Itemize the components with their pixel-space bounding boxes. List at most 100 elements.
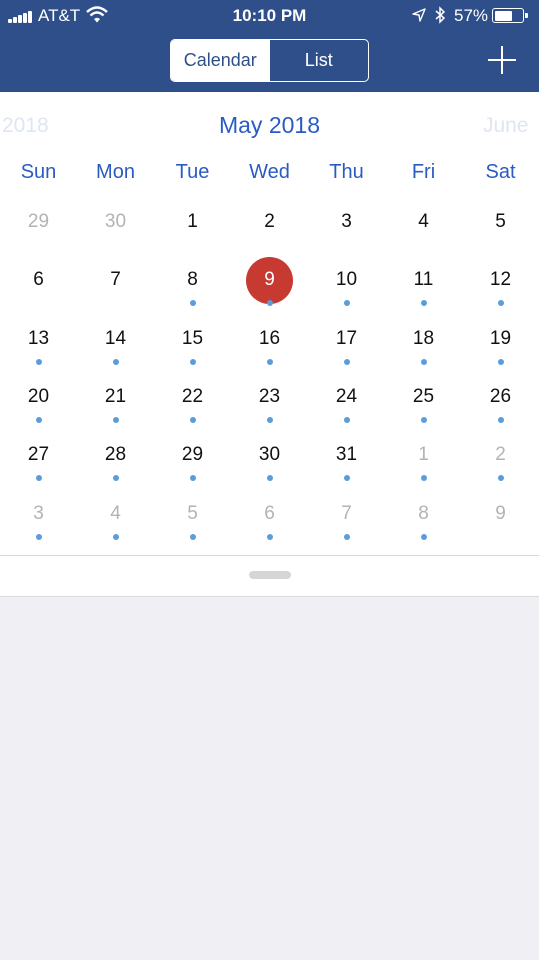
day-cell[interactable]: 14 [77,309,154,367]
event-dot [420,300,427,307]
day-number: 17 [335,327,358,349]
day-cell[interactable]: 2 [231,192,308,250]
day-number: 6 [33,269,44,291]
battery-icon [492,8,528,23]
weekday-thu: Thu [329,161,364,183]
event-dot [112,416,119,423]
day-cell[interactable]: 28 [77,425,154,483]
tab-list[interactable]: List [270,40,369,81]
day-number: 31 [335,444,358,466]
day-cell[interactable]: 3 [0,484,77,542]
event-dot [420,475,427,482]
event-dot [420,416,427,423]
day-number: 30 [258,444,281,466]
day-cell[interactable]: 12 [462,250,539,308]
drawer-handle-area[interactable] [0,556,539,596]
plus-icon[interactable] [488,46,516,74]
day-cell[interactable]: 1 [154,192,231,250]
weekday-fri: Fri [411,161,436,183]
event-list-area [0,597,539,960]
event-dot [497,475,504,482]
day-cell[interactable]: 17 [308,309,385,367]
day-number: 15 [181,327,204,349]
day-number: 27 [27,444,50,466]
status-bar: AT&T 10:10 PM 57% [0,0,539,32]
weekday-sun: Sun [20,161,57,183]
event-dot [497,416,504,423]
drag-handle[interactable] [249,571,291,579]
day-number: 3 [33,502,44,524]
day-cell[interactable]: 18 [385,309,462,367]
view-toggle: Calendar List [170,39,369,82]
event-dot [266,358,273,365]
event-dot [343,416,350,423]
day-cell[interactable]: 21 [77,367,154,425]
weekday-mon: Mon [96,161,135,183]
day-number: 12 [489,269,512,291]
day-number: 8 [187,269,198,291]
event-dot [112,533,119,540]
weekday-tue: Tue [175,161,210,183]
weekday-sat: Sat [485,161,516,183]
day-number: 7 [110,269,121,291]
day-cell[interactable]: 6 [231,484,308,542]
event-dot [35,533,42,540]
day-number: 16 [258,327,281,349]
event-dot [189,533,196,540]
day-number: 22 [181,385,204,407]
day-cell[interactable]: 29 [0,192,77,250]
day-cell[interactable]: 5 [154,484,231,542]
day-cell[interactable]: 4 [385,192,462,250]
day-cell[interactable]: 8 [385,484,462,542]
day-cell[interactable]: 3 [308,192,385,250]
day-cell[interactable]: 10 [308,250,385,308]
day-cell[interactable]: 11 [385,250,462,308]
day-number: 5 [187,502,198,524]
tab-calendar[interactable]: Calendar [171,40,270,81]
day-cell[interactable]: 16 [231,309,308,367]
event-dot [343,533,350,540]
day-number: 23 [258,385,281,407]
day-cell[interactable]: 29 [154,425,231,483]
event-dot [35,416,42,423]
day-cell[interactable]: 2 [462,425,539,483]
day-number: 6 [264,502,275,524]
bluetooth-icon [435,6,446,24]
day-cell[interactable]: 31 [308,425,385,483]
next-month-label[interactable]: June [483,114,529,138]
day-number: 29 [27,211,50,232]
day-cell[interactable]: 30 [77,192,154,250]
day-cell[interactable]: 19 [462,309,539,367]
day-cell[interactable]: 6 [0,250,77,308]
event-dot [189,416,196,423]
event-dot [343,358,350,365]
event-dot [112,475,119,482]
event-dot [343,300,350,307]
event-dot [497,300,504,307]
event-dot [35,358,42,365]
month-header: 2018 May 2018 June [0,112,539,142]
day-cell[interactable]: 23 [231,367,308,425]
day-cell[interactable]: 30 [231,425,308,483]
day-cell[interactable]: 15 [154,309,231,367]
day-cell[interactable]: 20 [0,367,77,425]
day-cell[interactable]: 8 [154,250,231,308]
day-cell[interactable]: 5 [462,192,539,250]
day-cell[interactable]: 4 [77,484,154,542]
selected-day-cell[interactable]: 9 [231,250,308,308]
day-cell[interactable]: 7 [308,484,385,542]
day-cell[interactable]: 27 [0,425,77,483]
day-cell[interactable]: 26 [462,367,539,425]
header-bar: AT&T 10:10 PM 57% Calendar List [0,0,539,92]
day-cell[interactable]: 7 [77,250,154,308]
day-cell[interactable]: 25 [385,367,462,425]
day-cell[interactable]: 24 [308,367,385,425]
event-dot [420,358,427,365]
day-cell[interactable]: 22 [154,367,231,425]
day-cell[interactable]: 9 [462,484,539,542]
event-dot [497,358,504,365]
day-cell[interactable]: 1 [385,425,462,483]
day-number: 20 [27,385,50,407]
battery-percentage: 57% [454,6,489,25]
day-cell[interactable]: 13 [0,309,77,367]
